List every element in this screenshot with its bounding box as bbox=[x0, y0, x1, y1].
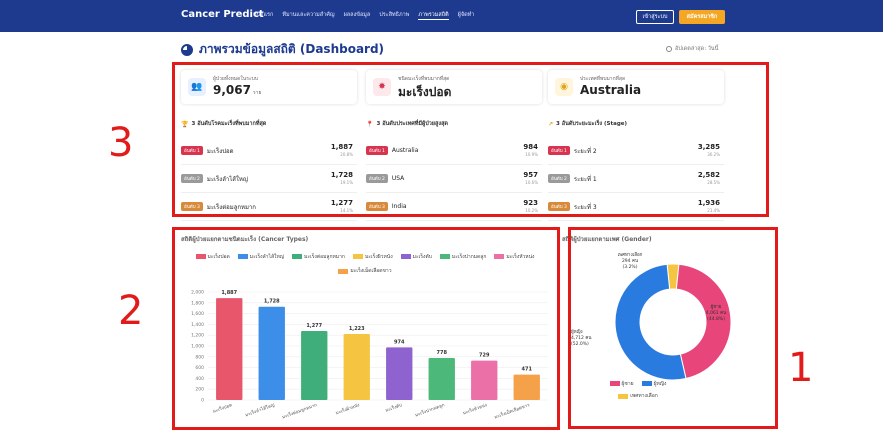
top-navbar: Cancer Predict หน้าแรก ทีมานและความสำคัญ ผ… bbox=[0, 0, 883, 32]
page-title: ภาพรวมข้อมูลสถิติ (Dashboard) bbox=[199, 42, 385, 56]
nav-link-1[interactable]: ทีมานและความสำคัญ bbox=[282, 11, 334, 20]
nav-link-5[interactable]: ผู้จัดทำ bbox=[458, 11, 475, 20]
last-updated-text: อัปเดตล่าสุด: วันนี้ bbox=[675, 46, 719, 52]
nav-links: หน้าแรก ทีมานและความสำคัญ ผลลงข้อมูล ประสิท… bbox=[253, 11, 474, 20]
clock-icon bbox=[666, 46, 672, 52]
annotation-number-1: 1 bbox=[788, 345, 814, 391]
nav-link-2[interactable]: ผลลงข้อมูล bbox=[344, 11, 371, 20]
register-button[interactable]: สมัครสมาชิก bbox=[679, 10, 725, 24]
page-header: ภาพรวมข้อมูลสถิติ (Dashboard) bbox=[181, 40, 384, 59]
login-button[interactable]: เข้าสู่ระบบ bbox=[636, 10, 674, 24]
last-updated: อัปเดตล่าสุด: วันนี้ bbox=[666, 45, 718, 53]
annotation-box-3 bbox=[172, 62, 769, 217]
pie-chart-icon bbox=[181, 43, 193, 56]
nav-link-4[interactable]: ภาพรวมสถิติ bbox=[418, 11, 449, 20]
annotation-box-1 bbox=[568, 227, 778, 429]
annotation-number-3: 3 bbox=[108, 120, 134, 166]
nav-link-3[interactable]: ประสิทธิภาพ bbox=[379, 11, 409, 20]
brand-logo[interactable]: Cancer Predict bbox=[181, 9, 264, 20]
annotation-number-2: 2 bbox=[118, 288, 144, 334]
annotation-box-2 bbox=[172, 227, 560, 430]
nav-link-0[interactable]: หน้าแรก bbox=[253, 11, 273, 20]
